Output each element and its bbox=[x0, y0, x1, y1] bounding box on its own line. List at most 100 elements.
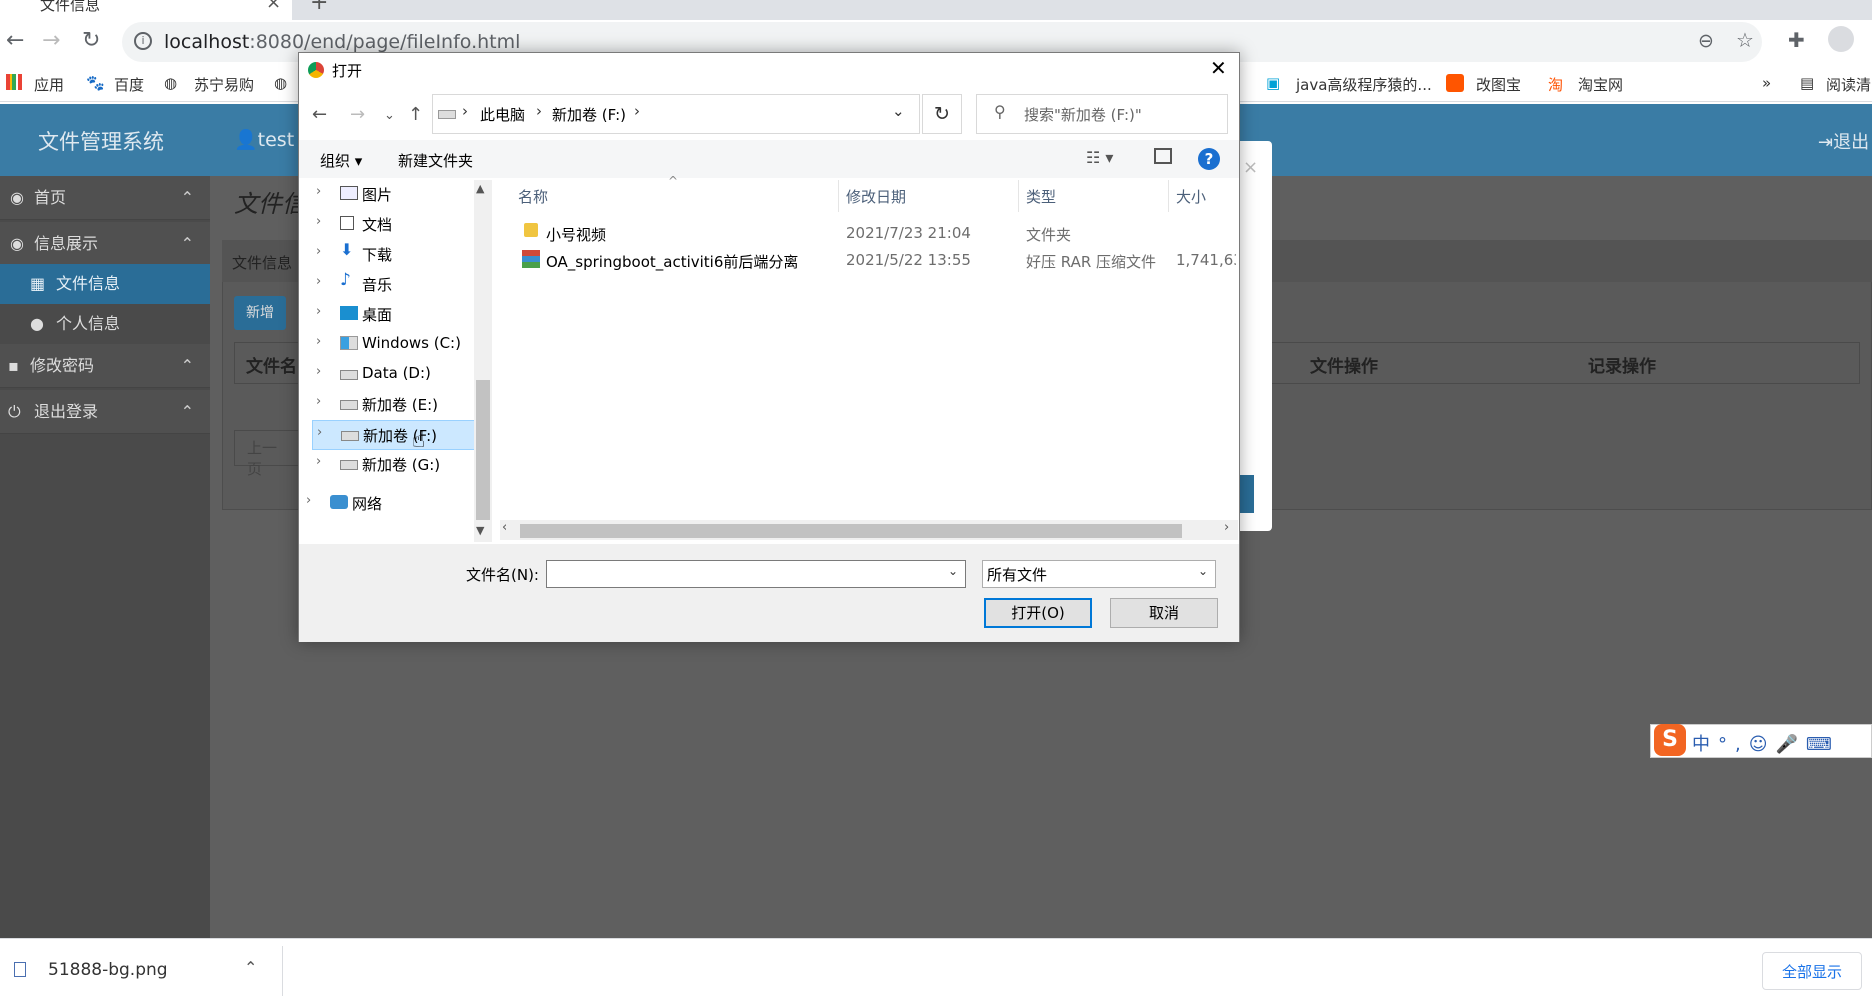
bookmark-suning[interactable]: 苏宁易购 bbox=[194, 74, 254, 95]
new-tab-icon[interactable]: + bbox=[310, 0, 328, 15]
chevron-right-icon[interactable]: › bbox=[316, 304, 321, 319]
breadcrumb-drive-f[interactable]: 新加卷 (F:) bbox=[552, 104, 626, 125]
breadcrumb-this-pc[interactable]: 此电脑 bbox=[480, 104, 525, 125]
bookmark-apps[interactable]: 应用 bbox=[34, 74, 64, 95]
breadcrumb-separator-icon[interactable]: › bbox=[462, 102, 468, 120]
chevron-right-icon[interactable]: › bbox=[306, 493, 311, 508]
sidebar-item-home[interactable]: ◉ 首页 ⌃ bbox=[0, 176, 210, 220]
back-icon[interactable]: ← bbox=[6, 28, 24, 53]
tree-item-drive-f[interactable]: › 新加卷 (F:) bbox=[312, 420, 480, 450]
file-type: 文件夹 bbox=[1026, 226, 1072, 244]
chevron-right-icon[interactable]: › bbox=[316, 244, 321, 259]
chevron-right-icon[interactable]: › bbox=[316, 394, 321, 409]
tab-close-icon[interactable]: × bbox=[266, 0, 281, 13]
open-button[interactable]: 打开(O) bbox=[984, 598, 1092, 628]
chevron-down-icon[interactable]: ⌄ bbox=[1198, 564, 1208, 578]
profile-avatar[interactable] bbox=[1828, 26, 1854, 52]
chevron-up-icon[interactable]: ⌃ bbox=[244, 958, 257, 977]
chevron-up-icon: ⌃ bbox=[180, 234, 194, 253]
sidebar-item-info[interactable]: ◉ 信息展示 ⌃ bbox=[0, 222, 210, 266]
new-folder-button[interactable]: 新建文件夹 bbox=[398, 150, 473, 171]
up-arrow-icon[interactable]: ↑ bbox=[408, 104, 423, 125]
zoom-icon[interactable]: ⊖ bbox=[1698, 30, 1714, 52]
chevron-right-icon[interactable]: › bbox=[317, 425, 322, 440]
preview-pane-icon[interactable] bbox=[1154, 148, 1172, 164]
tree-item-pictures[interactable]: › 图片 bbox=[312, 180, 480, 210]
tree-item-downloads[interactable]: › ⬇ 下载 bbox=[312, 240, 480, 270]
drive-icon bbox=[438, 110, 456, 119]
chevron-right-icon[interactable]: › bbox=[316, 184, 321, 199]
logout-link[interactable]: ⇥退出 bbox=[1818, 128, 1869, 154]
download-filename[interactable]: 51888-bg.png bbox=[48, 960, 168, 980]
chevron-down-icon[interactable]: ⌄ bbox=[892, 102, 905, 120]
bookmarks-more-icon[interactable]: » bbox=[1762, 74, 1771, 92]
view-options-icon[interactable]: ☷ ▾ bbox=[1086, 148, 1113, 167]
sogou-logo-icon[interactable]: S bbox=[1654, 724, 1686, 756]
bookmark-baidu[interactable]: 百度 bbox=[114, 74, 144, 95]
reading-list[interactable]: 阅读清 bbox=[1826, 74, 1871, 95]
back-arrow-icon[interactable]: ← bbox=[312, 104, 327, 125]
close-icon[interactable]: ✕ bbox=[1210, 56, 1227, 80]
chevron-down-icon[interactable]: ⌄ bbox=[948, 564, 958, 578]
file-row[interactable]: 小号视频 2021/7/23 21:04 文件夹 bbox=[520, 220, 1236, 246]
site-brand[interactable]: 文件管理系统 bbox=[38, 126, 164, 156]
column-header-date[interactable]: 修改日期 bbox=[846, 186, 906, 207]
bookmark-taobao[interactable]: 淘宝网 bbox=[1578, 74, 1623, 95]
add-button[interactable]: 新增 bbox=[234, 296, 286, 330]
tree-item-drive-d[interactable]: › Data (D:) bbox=[312, 360, 480, 390]
recent-dropdown-icon[interactable]: ⌄ bbox=[384, 108, 395, 123]
tree-item-desktop[interactable]: › 桌面 bbox=[312, 300, 480, 330]
tree-item-drive-e[interactable]: › 新加卷 (E:) bbox=[312, 390, 480, 420]
chevron-right-icon[interactable]: › bbox=[316, 214, 321, 229]
filetype-select[interactable]: 所有文件 bbox=[982, 560, 1216, 588]
ime-controls[interactable]: 中°,☺🎤⌨ bbox=[1692, 730, 1840, 756]
tree-item-network[interactable]: › 网络 bbox=[302, 489, 470, 519]
forward-arrow-icon[interactable]: → bbox=[350, 104, 365, 125]
filename-input[interactable] bbox=[546, 560, 966, 588]
column-divider[interactable] bbox=[1018, 180, 1019, 212]
chevron-right-icon[interactable]: › bbox=[316, 334, 321, 349]
file-row[interactable]: OA_springboot_activiti6前后端分离 2021/5/22 1… bbox=[520, 247, 1236, 273]
show-all-button[interactable]: 全部显示 bbox=[1762, 952, 1862, 990]
modal-submit-button[interactable] bbox=[1238, 475, 1254, 513]
nav-scrollbar-thumb[interactable] bbox=[476, 380, 490, 520]
url-text[interactable]: localhost:8080/end/page/fileInfo.html bbox=[164, 31, 520, 53]
breadcrumb-separator-icon[interactable]: › bbox=[634, 102, 640, 120]
column-header-size[interactable]: 大小 bbox=[1176, 186, 1206, 207]
prev-page-button[interactable]: 上一页 bbox=[234, 430, 304, 478]
chevron-right-icon[interactable]: › bbox=[316, 364, 321, 379]
chevron-right-icon[interactable]: › bbox=[316, 274, 321, 289]
column-header-name[interactable]: 名称 bbox=[518, 186, 548, 207]
organize-menu[interactable]: 组织 ▾ bbox=[320, 150, 362, 171]
info-icon[interactable]: i bbox=[134, 32, 152, 50]
column-divider[interactable] bbox=[1168, 180, 1169, 212]
forward-icon[interactable]: → bbox=[42, 28, 60, 53]
column-header-type[interactable]: 类型 bbox=[1026, 186, 1056, 207]
bookmark-gaitubao[interactable]: 改图宝 bbox=[1476, 74, 1521, 95]
refresh-button[interactable]: ↻ bbox=[922, 94, 962, 134]
tree-item-documents[interactable]: › 文档 bbox=[312, 210, 480, 240]
scroll-up-icon[interactable]: ▲ bbox=[476, 182, 484, 195]
tree-item-drive-g[interactable]: › 新加卷 (G:) bbox=[312, 450, 480, 480]
star-icon[interactable]: ☆ bbox=[1736, 28, 1754, 52]
hscrollbar-thumb[interactable] bbox=[520, 524, 1182, 538]
breadcrumb-separator-icon[interactable]: › bbox=[536, 102, 542, 120]
tree-item-drive-c[interactable]: › Windows (C:) bbox=[312, 330, 480, 360]
sidebar-item-change-password[interactable]: ▪ 修改密码 ⌃ bbox=[0, 344, 210, 388]
chevron-right-icon[interactable]: › bbox=[316, 454, 321, 469]
extensions-icon[interactable]: ✚ bbox=[1788, 28, 1805, 52]
modal-close-icon[interactable]: × bbox=[1243, 157, 1258, 178]
reload-icon[interactable]: ↻ bbox=[82, 28, 100, 53]
user-name[interactable]: 👤test bbox=[234, 128, 294, 151]
scroll-right-icon[interactable]: › bbox=[1224, 520, 1229, 535]
sidebar-item-file-info[interactable]: ▦ 文件信息 bbox=[0, 264, 210, 304]
tree-item-music[interactable]: › ♪ 音乐 bbox=[312, 270, 480, 300]
cancel-button[interactable]: 取消 bbox=[1110, 598, 1218, 628]
bookmark-java[interactable]: java高级程序猿的... bbox=[1296, 74, 1432, 95]
scroll-left-icon[interactable]: ‹ bbox=[502, 520, 507, 535]
sidebar-item-logout[interactable]: ⏻ 退出登录 ⌃ bbox=[0, 390, 210, 434]
column-divider[interactable] bbox=[838, 180, 839, 212]
help-icon[interactable]: ? bbox=[1198, 148, 1220, 170]
sidebar-item-personal[interactable]: ● 个人信息 bbox=[0, 304, 210, 344]
scroll-down-icon[interactable]: ▼ bbox=[476, 524, 484, 537]
